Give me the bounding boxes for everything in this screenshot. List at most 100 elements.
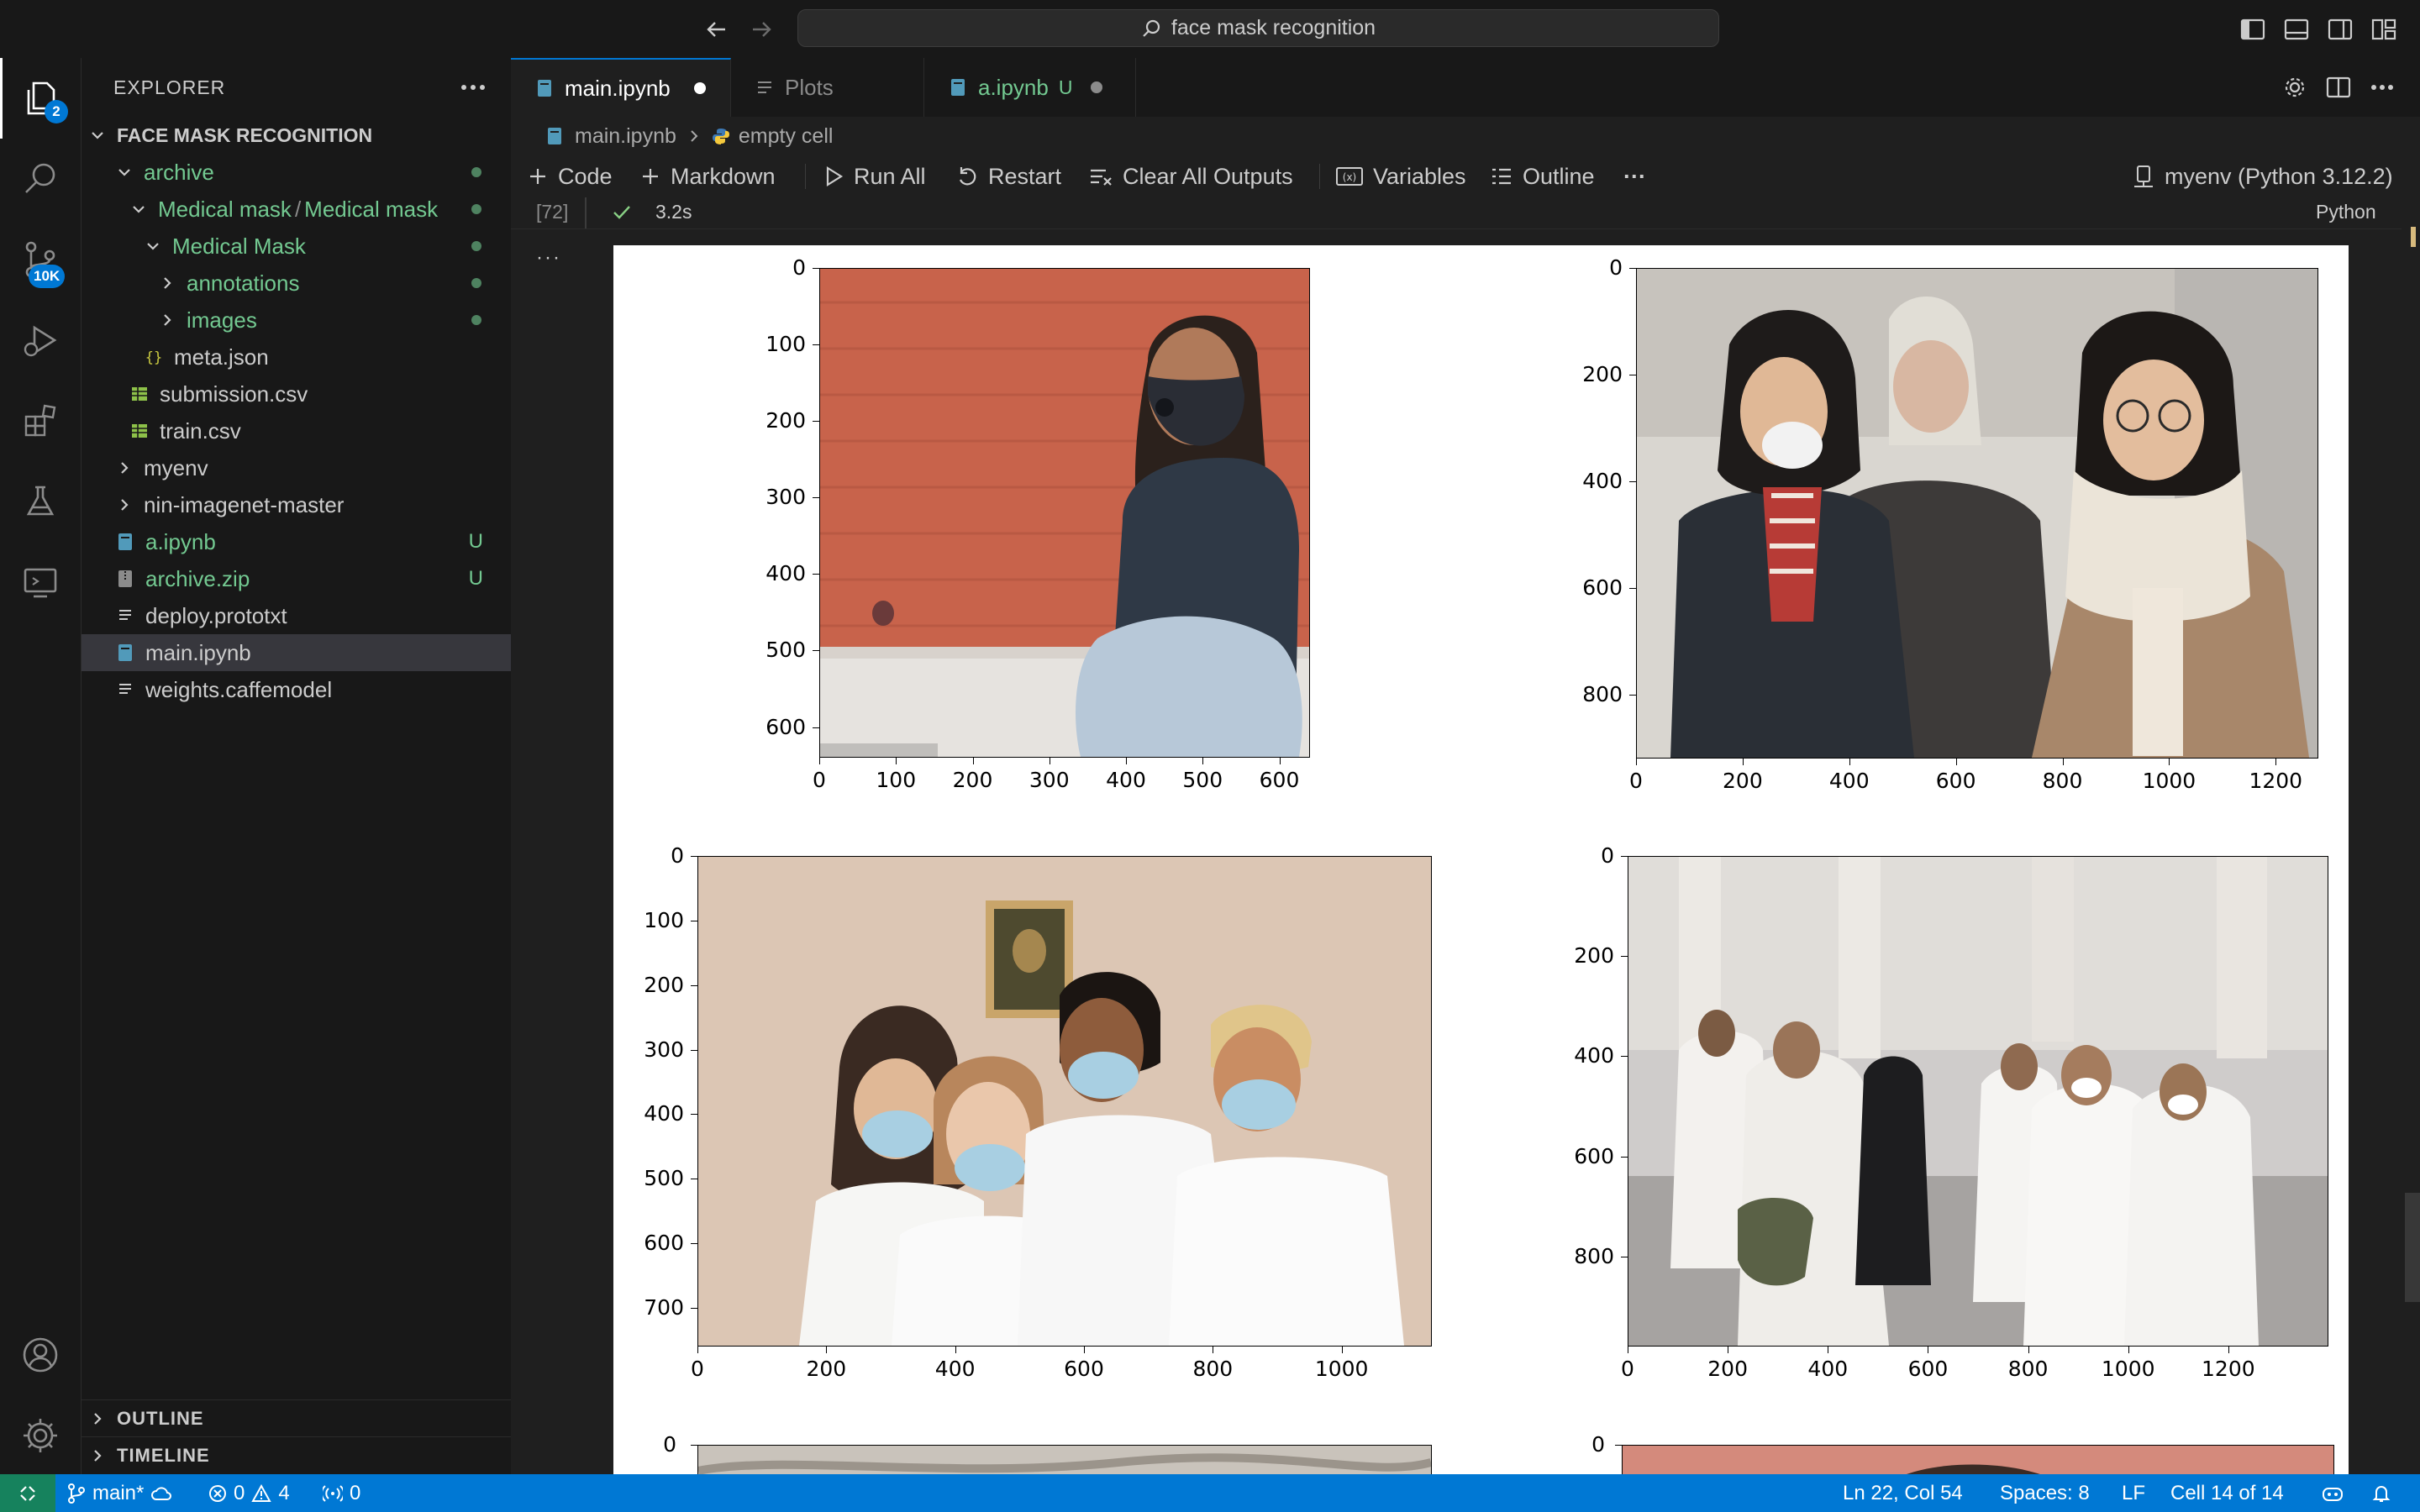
- workspace-root[interactable]: FACE MASK RECOGNITION: [82, 117, 511, 154]
- x-tick-label: 0: [1629, 769, 1643, 793]
- toggle-secondary-sidebar-icon[interactable]: [2326, 15, 2354, 44]
- cell-status-row: [72] 3.2s Python: [511, 197, 2420, 229]
- outline-section[interactable]: OUTLINE: [82, 1399, 511, 1437]
- forward-arrow-icon[interactable]: [747, 15, 776, 44]
- remote-indicator-icon[interactable]: [0, 1474, 55, 1512]
- preview-icon: [755, 77, 775, 97]
- more-editor-actions-icon[interactable]: [2368, 73, 2396, 102]
- remote-explorer-icon[interactable]: [0, 542, 81, 622]
- x-tick-label: 600: [1259, 768, 1300, 792]
- restart-icon: [959, 167, 976, 186]
- ports-status[interactable]: 0: [323, 1474, 360, 1512]
- x-tick-mark: [2128, 1347, 2129, 1353]
- explorer-sidebar: EXPLORER FACE MASK RECOGNITION archive Me…: [82, 58, 512, 1474]
- y-tick-label: 300: [644, 1037, 684, 1062]
- output-more-actions[interactable]: ···: [536, 246, 561, 270]
- more-actions-icon[interactable]: [458, 75, 488, 100]
- kernel-picker[interactable]: myenv (Python 3.12.2): [2133, 155, 2393, 197]
- breadcrumb-cell[interactable]: empty cell: [739, 124, 834, 149]
- file-tree-item[interactable]: train.csv: [82, 412, 511, 449]
- execution-count: [72]: [536, 201, 569, 223]
- unsaved-dot-icon[interactable]: [693, 82, 706, 94]
- x-tick-label: 600: [1935, 769, 1976, 793]
- execution-duration: 3.2s: [655, 201, 692, 223]
- back-arrow-icon[interactable]: [702, 15, 731, 44]
- indentation-status[interactable]: Spaces: 8: [2000, 1474, 2090, 1512]
- file-tree-item[interactable]: archive: [82, 154, 511, 191]
- file-tree-item[interactable]: annotations: [82, 265, 511, 302]
- git-branch-status[interactable]: main*: [67, 1474, 172, 1512]
- file-tree-item[interactable]: myenv: [82, 449, 511, 486]
- plus-icon: [643, 169, 658, 184]
- image-pilgrims-masks: [1628, 856, 2328, 1347]
- y-tick-mark: [691, 1243, 697, 1245]
- manage-gear-icon[interactable]: [0, 1395, 81, 1476]
- add-markdown-cell-button[interactable]: Markdown: [640, 155, 776, 197]
- file-tree-item[interactable]: archive.zip U: [82, 560, 511, 597]
- image-plot-6-partial: [1622, 1445, 2334, 1474]
- chevron-down-icon: [144, 237, 162, 255]
- source-control-icon[interactable]: 10K: [0, 219, 81, 300]
- modified-dot-indicator: [471, 241, 481, 251]
- clear-all-outputs-button[interactable]: Clear All Outputs: [1089, 155, 1293, 197]
- scrollbar-thumb[interactable]: [2405, 1193, 2420, 1302]
- y-tick-label: 400: [1582, 468, 1623, 493]
- problems-status[interactable]: 0 4: [208, 1474, 290, 1512]
- extensions-icon[interactable]: [0, 381, 81, 461]
- explorer-icon[interactable]: 2: [0, 58, 81, 139]
- file-tree-item[interactable]: deploy.prototxt: [82, 597, 511, 634]
- tab-main-ipynb[interactable]: main.ipynb: [511, 58, 731, 117]
- breadcrumb-file[interactable]: main.ipynb: [575, 124, 676, 149]
- y-tick-mark: [813, 344, 819, 346]
- tab-plots[interactable]: Plots: [731, 58, 924, 117]
- split-editor-icon[interactable]: [2324, 73, 2353, 102]
- file-tree-item[interactable]: nin-imagenet-master: [82, 486, 511, 523]
- file-tree-item[interactable]: Medical mask / Medical mask: [82, 191, 511, 228]
- settings-gear-icon[interactable]: [2281, 73, 2309, 102]
- file-tree-item[interactable]: images: [82, 302, 511, 339]
- outline-section-label: OUTLINE: [117, 1408, 204, 1429]
- sidebar-title: EXPLORER: [113, 76, 226, 98]
- x-tick-mark: [2028, 1347, 2029, 1353]
- variables-button[interactable]: (x) Variables: [1336, 155, 1466, 197]
- search-view-icon[interactable]: [0, 139, 81, 219]
- file-tree-item[interactable]: {} meta.json: [82, 339, 511, 375]
- toggle-primary-sidebar-icon[interactable]: [2238, 15, 2267, 44]
- cell-language[interactable]: Python: [2316, 201, 2376, 223]
- x-tick-label: 800: [1192, 1357, 1234, 1381]
- copilot-icon[interactable]: [2321, 1474, 2344, 1512]
- outline-button[interactable]: Outline: [1491, 155, 1595, 197]
- y-tick-label: 0: [1601, 843, 1614, 868]
- restart-kernel-button[interactable]: Restart: [956, 155, 1061, 197]
- cell-position-status[interactable]: Cell 14 of 14: [2170, 1474, 2284, 1512]
- add-code-cell-button[interactable]: Code: [528, 155, 613, 197]
- more-toolbar-actions[interactable]: ···: [1623, 155, 1646, 197]
- file-tree-item[interactable]: Medical Mask: [82, 228, 511, 265]
- testing-icon[interactable]: [0, 461, 81, 542]
- command-center-search[interactable]: face mask recognition: [797, 9, 1719, 47]
- timeline-section[interactable]: TIMELINE: [82, 1436, 511, 1474]
- file-tree-item[interactable]: weights.caffemodel: [82, 671, 511, 708]
- modified-dot-indicator: [471, 204, 481, 214]
- run-debug-icon[interactable]: [0, 300, 81, 381]
- run-all-button[interactable]: Run All: [823, 155, 926, 197]
- file-tree-item[interactable]: main.ipynb: [82, 634, 511, 671]
- tab-label: Plots: [785, 74, 834, 100]
- y-tick-label: 100: [644, 907, 684, 932]
- accounts-icon[interactable]: [0, 1315, 81, 1395]
- workspace-root-label: FACE MASK RECOGNITION: [117, 123, 373, 146]
- eol-status[interactable]: LF: [2122, 1474, 2145, 1512]
- chevron-right-icon: [158, 274, 176, 292]
- unsaved-dot-icon[interactable]: [1091, 81, 1103, 93]
- y-tick-mark: [1629, 480, 1636, 482]
- file-tree-item[interactable]: a.ipynb U: [82, 523, 511, 560]
- toggle-panel-icon[interactable]: [2282, 15, 2311, 44]
- outline-list-icon: [1492, 168, 1511, 185]
- file-tree-item[interactable]: submission.csv: [82, 375, 511, 412]
- y-tick-label: 600: [1574, 1143, 1614, 1168]
- tab-a-ipynb[interactable]: a.ipynb U: [924, 58, 1136, 117]
- customize-layout-icon[interactable]: [2370, 15, 2398, 44]
- cursor-position[interactable]: Ln 22, Col 54: [1843, 1474, 1963, 1512]
- notifications-bell-icon[interactable]: [2371, 1474, 2391, 1512]
- image-four-people-masks: [697, 856, 1432, 1347]
